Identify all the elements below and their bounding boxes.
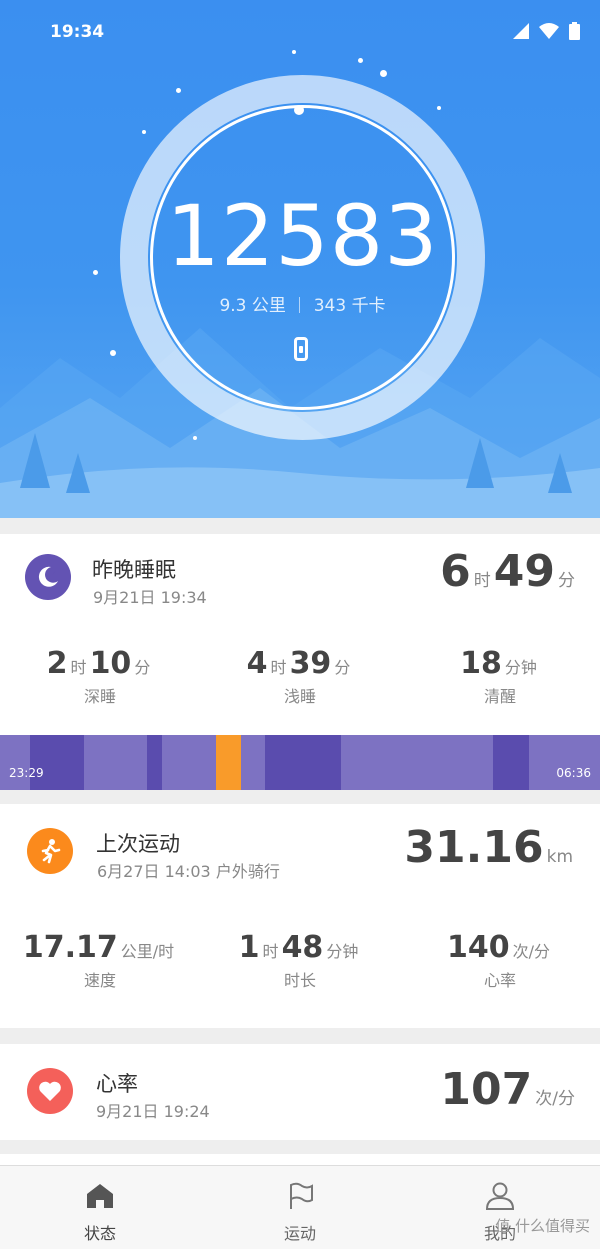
deep-sleep-metric: 2 时 10 分 深睡 xyxy=(0,646,200,707)
hour-unit: 时 xyxy=(270,658,287,677)
awake-segment xyxy=(216,735,241,790)
person-icon xyxy=(485,1182,515,1210)
status-icons xyxy=(513,22,580,40)
deep-sleep-segment xyxy=(30,735,84,790)
wifi-icon xyxy=(539,23,559,39)
heart-icon xyxy=(27,1068,73,1114)
minute-unit: 分 xyxy=(558,571,575,591)
heart-rate-number: 107 xyxy=(440,1064,533,1115)
heart-rate-card[interactable]: 心率 9月21日 19:24 107 次/分 xyxy=(0,1044,600,1140)
speed-label: 速度 xyxy=(83,971,116,990)
moon-icon: z xyxy=(25,554,71,600)
exercise-heart-unit: 次/分 xyxy=(512,942,551,961)
exercise-heart-value: 140 xyxy=(446,930,510,965)
exercise-heart-label: 心率 xyxy=(483,971,516,990)
sleep-total: 6 时49 分 xyxy=(440,546,578,597)
duration-label: 时长 xyxy=(283,971,316,990)
exercise-distance-value: 31.16 xyxy=(404,822,544,873)
awake-minutes: 18 xyxy=(460,646,502,681)
heart-rate-date: 9月21日 19:24 xyxy=(96,1102,210,1121)
sleep-total-hours: 6 xyxy=(440,546,471,597)
duration-hours: 1 xyxy=(238,930,260,965)
sleep-end-time: 06:36 xyxy=(556,766,591,780)
exercise-distance: 31.16 km xyxy=(404,822,576,873)
tab-status-label: 状态 xyxy=(83,1224,116,1243)
step-ring[interactable]: 12583 9.3 公里 343 千卡 xyxy=(120,75,485,440)
home-icon xyxy=(87,1184,113,1208)
sleep-date: 9月21日 19:34 xyxy=(93,588,207,607)
status-bar: 19:34 xyxy=(0,0,600,64)
exercise-card[interactable]: 上次运动 6月27日 14:03 户外骑行 31.16 km 17.17 公里/时 … xyxy=(0,804,600,1028)
sleep-timeline-bar[interactable] xyxy=(0,735,600,790)
duration-minutes: 48 xyxy=(281,930,324,965)
hero-sub-stats: 9.3 公里 343 千卡 xyxy=(120,291,485,316)
band-icon xyxy=(294,337,308,361)
speed-value: 17.17 xyxy=(22,930,118,965)
status-clock: 19:34 xyxy=(50,22,105,42)
tab-exercise-label: 运动 xyxy=(283,1224,316,1243)
light-label: 浅睡 xyxy=(283,687,316,706)
deep-label: 深睡 xyxy=(83,687,116,706)
battery-icon xyxy=(569,22,580,40)
minute-unit: 分 xyxy=(334,658,351,677)
deep-sleep-segment xyxy=(265,735,341,790)
minute-unit: 分 xyxy=(134,658,151,677)
exercise-heart-metric: 140 次/分 心率 xyxy=(400,930,600,991)
sleep-total-minutes: 49 xyxy=(493,546,555,597)
step-count: 12583 xyxy=(166,187,439,285)
hour-unit: 时 xyxy=(473,571,491,591)
exercise-title: 上次运动 xyxy=(96,832,180,856)
heart-rate-value: 107 次/分 xyxy=(440,1064,578,1115)
calories-unit: 千卡 xyxy=(351,296,386,316)
hero-panel: 19:34 12583 9.3 公里 343 千卡 xyxy=(0,0,600,518)
tab-status[interactable]: 状态 xyxy=(40,1182,160,1244)
light-hours: 4 xyxy=(246,646,268,681)
distance-unit: 公里 xyxy=(251,296,286,316)
hour-unit: 时 xyxy=(70,658,87,677)
cellular-signal-icon xyxy=(513,23,529,39)
exercise-distance-unit: km xyxy=(546,847,573,867)
tab-exercise[interactable]: 运动 xyxy=(240,1182,360,1244)
sleep-start-time: 23:29 xyxy=(9,766,44,780)
running-icon xyxy=(27,828,73,874)
duration-hour-unit: 时 xyxy=(262,942,279,961)
divider xyxy=(299,297,301,313)
heart-rate-title: 心率 xyxy=(96,1072,138,1096)
deep-sleep-segment xyxy=(147,735,162,790)
exercise-subtitle: 6月27日 14:03 户外骑行 xyxy=(97,862,280,881)
awake-unit: 分钟 xyxy=(504,658,537,677)
flag-icon xyxy=(290,1182,313,1209)
deep-hours: 2 xyxy=(46,646,68,681)
duration-metric: 1 时 48 分钟 时长 xyxy=(200,930,400,991)
calories-value: 343 xyxy=(313,296,347,316)
star-decoration xyxy=(110,350,116,356)
light-minutes: 39 xyxy=(289,646,332,681)
svg-text:z: z xyxy=(52,569,56,577)
awake-label: 清醒 xyxy=(483,687,516,706)
sleep-title: 昨晚睡眠 xyxy=(92,558,176,582)
speed-unit: 公里/时 xyxy=(120,942,175,961)
watermark: 值 什么值得买 xyxy=(495,1217,590,1235)
duration-minute-unit: 分钟 xyxy=(326,942,359,961)
deep-sleep-segment xyxy=(493,735,529,790)
bottom-tab-bar: 状态 运动 我的 xyxy=(0,1165,600,1249)
star-decoration xyxy=(93,270,98,275)
deep-minutes: 10 xyxy=(89,646,132,681)
awake-metric: 18 分钟 清醒 xyxy=(400,646,600,707)
heart-rate-unit: 次/分 xyxy=(535,1089,575,1109)
speed-metric: 17.17 公里/时 速度 xyxy=(0,930,200,991)
distance-value: 9.3 xyxy=(219,296,247,316)
step-progress-dot xyxy=(294,105,304,115)
light-sleep-metric: 4 时 39 分 浅睡 xyxy=(200,646,400,707)
